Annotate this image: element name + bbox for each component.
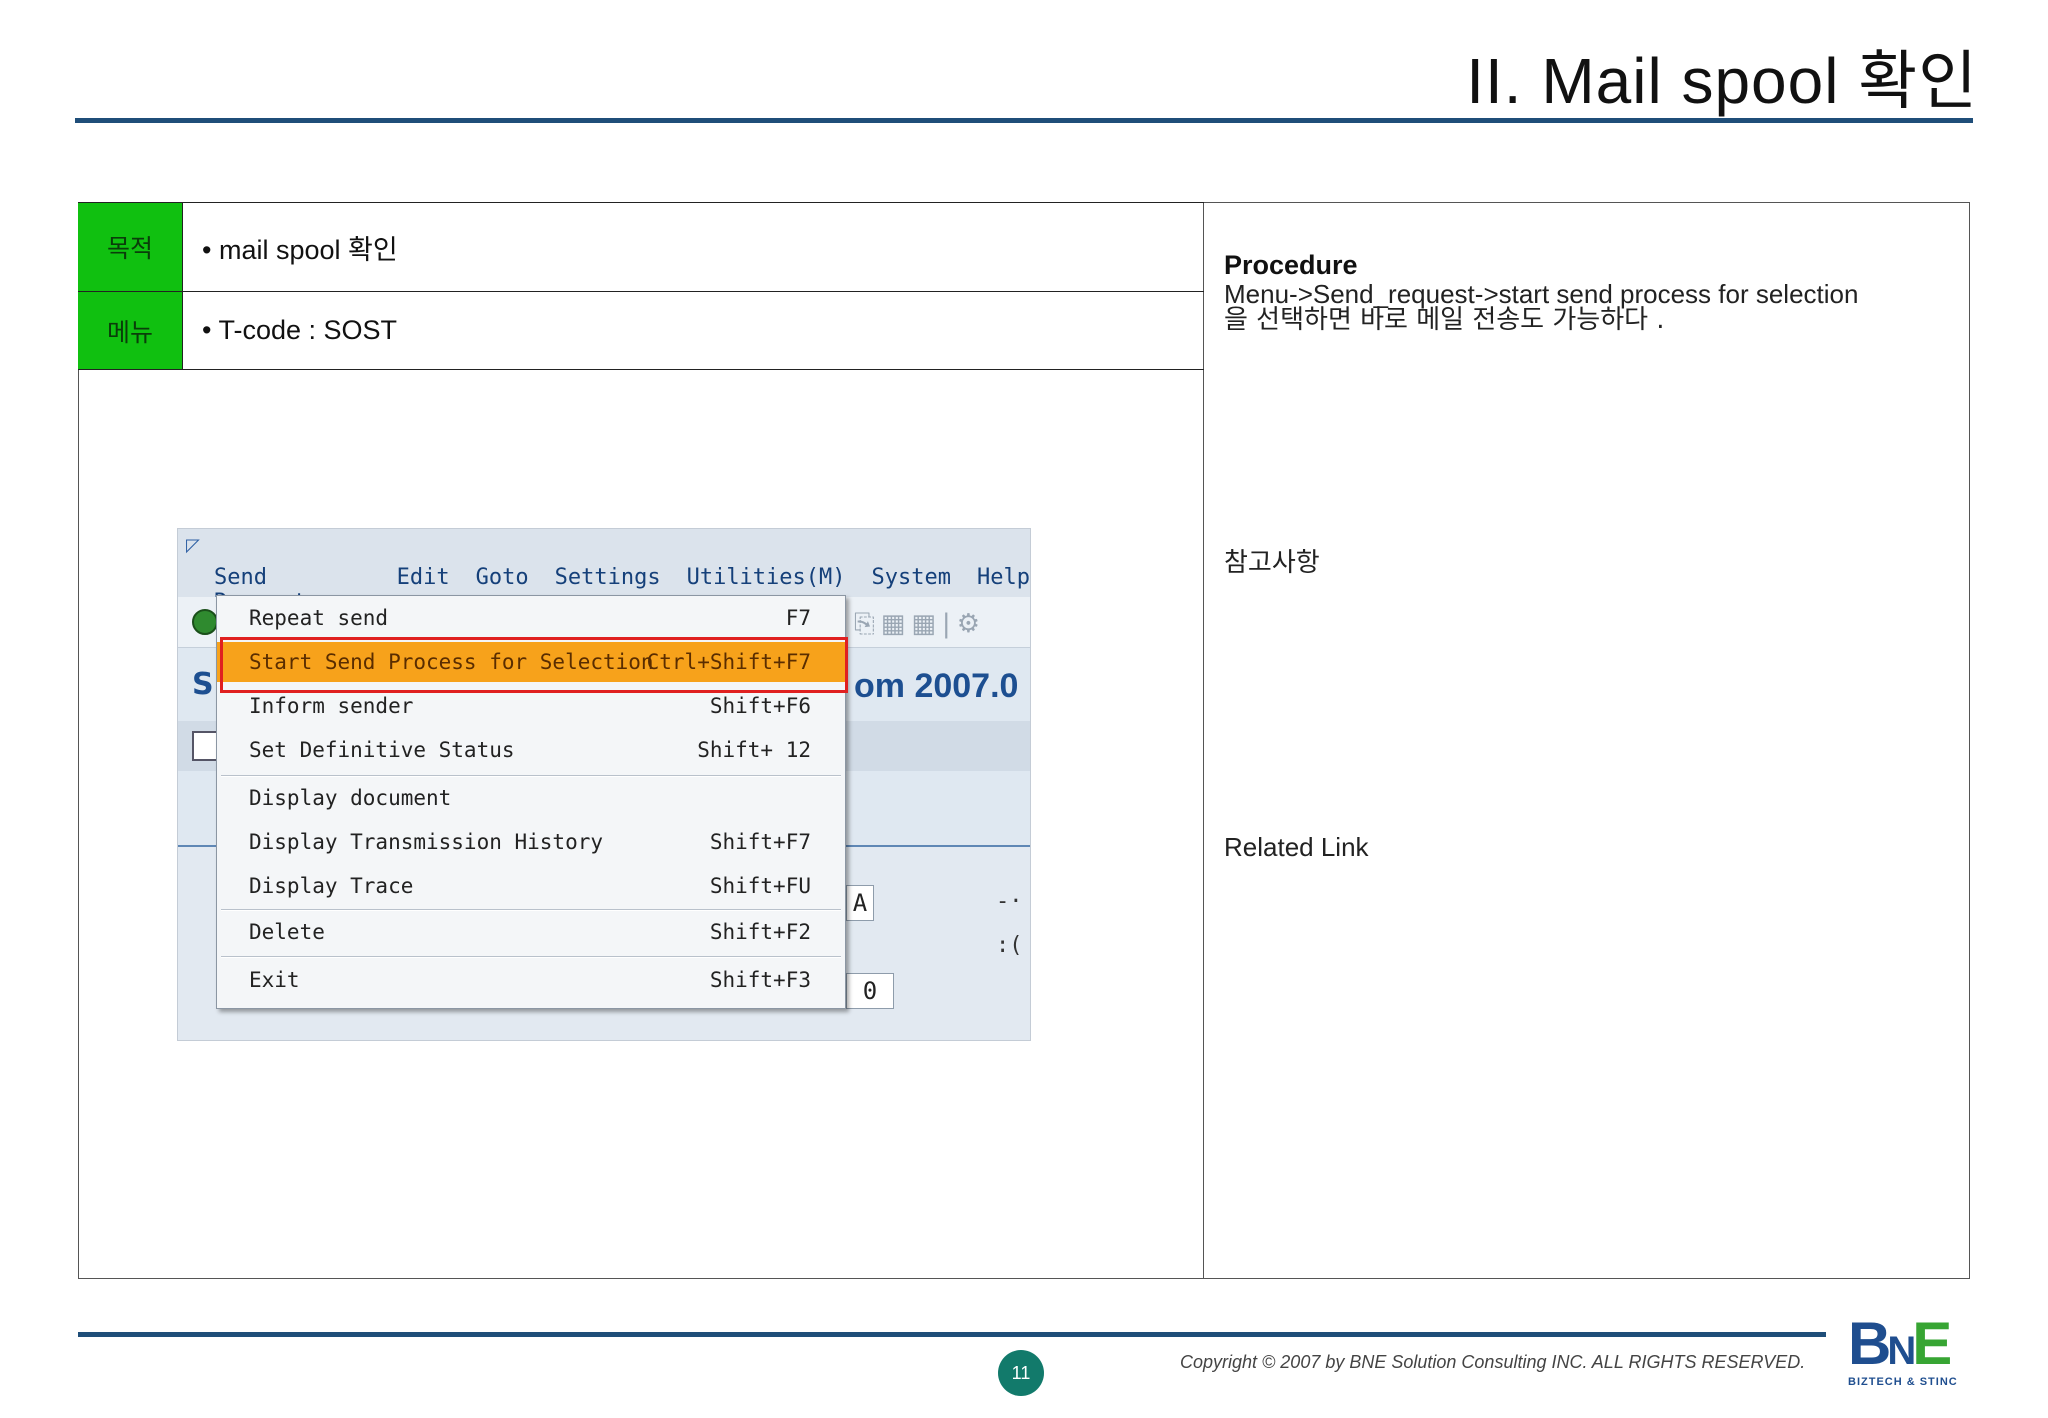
procedure-line-2: 을 선택하면 바로 메일 전송도 가능하다 . <box>1224 305 1665 335</box>
sap-input-field[interactable]: A <box>846 885 874 921</box>
copyright-notice: Copyright © 2007 by BNE Solution Consult… <box>1180 1352 1806 1372</box>
menu-item-display-trace[interactable]: Display Trace Shift+FU <box>217 866 845 906</box>
menu-item-shortcut: Shift+ 12 <box>697 738 811 762</box>
menu-value: • T-code : SOST <box>202 315 398 345</box>
menu-item-shortcut: Shift+FU <box>709 874 811 898</box>
purpose-value: • mail spool 확인 <box>202 234 398 265</box>
menu-item-exit[interactable]: Exit Shift+F3 <box>217 960 845 1000</box>
sap-bg-label-2: :( <box>996 933 1023 958</box>
menu-separator <box>221 775 841 777</box>
menu-item-label: Inform sender <box>249 694 414 718</box>
menu-item-set-definitive-status[interactable]: Set Definitive Status Shift+ 12 <box>217 730 845 770</box>
logo-wordmark: BNE <box>1848 1310 1952 1383</box>
sap-input-field-2[interactable]: 0 <box>846 973 894 1009</box>
reference-label: 참고사항 <box>1224 547 1320 577</box>
menu-item-display-document[interactable]: Display document <box>217 778 845 818</box>
purpose-row: 목적 • mail spool 확인 <box>78 202 1204 292</box>
sap-screenshot: ◸ Send Request Edit Goto Settings Utilit… <box>177 528 1031 1041</box>
procedure-title: Procedure <box>1224 250 1358 280</box>
document-icon[interactable] <box>192 731 218 761</box>
menu-row: 메뉴 • T-code : SOST <box>78 292 1204 370</box>
logo-n: N <box>1887 1329 1916 1373</box>
info-table: 목적 • mail spool 확인 메뉴 • T-code : SOST <box>78 202 1204 370</box>
footer-divider <box>78 1332 1826 1337</box>
menu-item-label: Delete <box>249 920 325 944</box>
page-number-badge: 11 <box>998 1350 1044 1396</box>
menu-item-delete[interactable]: Delete Shift+F2 <box>217 912 845 952</box>
menu-item-label: Display Trace <box>249 874 414 898</box>
page-title: II. Mail spool 확인 <box>1466 45 1978 117</box>
menu-item-shortcut: F7 <box>785 606 811 630</box>
menu-label: 메뉴 <box>78 292 183 369</box>
sap-window-icon: ◸ <box>186 535 200 556</box>
sap-screen-title: om 2007.0 <box>854 667 1019 705</box>
menu-item-shortcut: Shift+F6 <box>709 694 811 718</box>
purpose-label: 목적 <box>78 203 183 291</box>
menu-separator <box>221 909 841 911</box>
menu-item-label: Display document <box>249 786 452 810</box>
logo-b: B <box>1848 1310 1891 1377</box>
menu-item-shortcut: Shift+F2 <box>709 920 811 944</box>
menu-item-display-transmission-history[interactable]: Display Transmission History Shift+F7 <box>217 822 845 862</box>
logo-tagline: BIZTECH & STINC <box>1848 1376 1958 1388</box>
menu-separator <box>221 956 841 958</box>
title-divider <box>75 118 1973 123</box>
procedure-line-1: Menu->Send_request->start send process f… <box>1224 279 1859 309</box>
menu-item-label: Set Definitive Status <box>249 738 515 762</box>
sap-title-initial: S <box>192 667 214 702</box>
menu-item-repeat-send[interactable]: Repeat send F7 <box>217 598 845 638</box>
menu-item-label: Repeat send <box>249 606 389 630</box>
related-link-label: Related Link <box>1224 832 1369 862</box>
menu-item-shortcut: Shift+F3 <box>709 968 811 992</box>
toolbar-icons[interactable]: ⎘▦▦|⚙ <box>854 609 986 640</box>
menu-item-shortcut: Shift+F7 <box>709 830 811 854</box>
logo-e: E <box>1912 1310 1952 1377</box>
check-icon[interactable] <box>192 609 218 635</box>
menu-item-label: Display Transmission History <box>249 830 604 854</box>
menu-item-label: Exit <box>249 968 300 992</box>
company-logo: BNE BIZTECH & STINC <box>1848 1312 1998 1392</box>
sap-bg-label: -· <box>996 889 1023 914</box>
highlight-box <box>220 637 848 693</box>
